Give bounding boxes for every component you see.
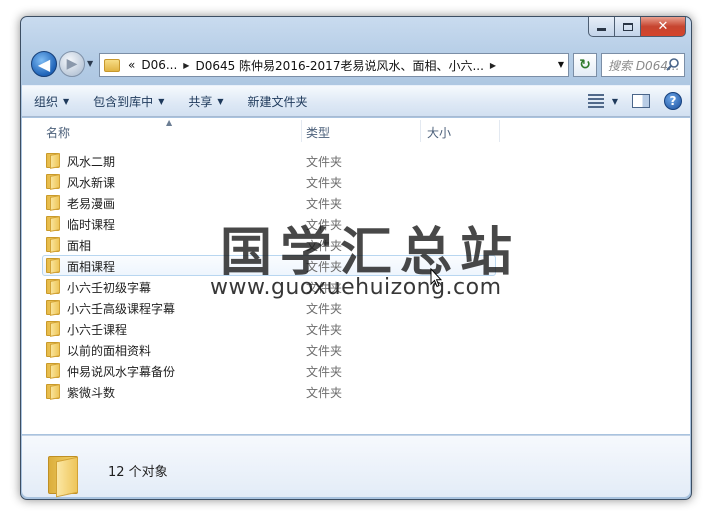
organize-label: 组织	[34, 94, 59, 109]
chevron-down-icon: ▼	[63, 96, 70, 106]
forward-button[interactable]: ▶	[59, 51, 85, 77]
folder-icon	[46, 384, 60, 400]
breadcrumb-separator-icon[interactable]: ▶	[183, 61, 189, 70]
column-divider[interactable]	[499, 120, 500, 142]
search-icon[interactable]	[665, 57, 681, 73]
minimize-icon	[597, 28, 606, 31]
forward-arrow-icon: ▶	[66, 56, 78, 72]
view-controls: ▼ ?	[587, 92, 682, 110]
folder-icon	[46, 174, 60, 190]
file-name: 风水新课	[67, 176, 116, 190]
file-name: 小六壬初级字幕	[67, 281, 152, 295]
breadcrumb-separator-icon[interactable]: ▶	[490, 61, 496, 70]
folder-icon	[46, 300, 60, 316]
help-glyph: ?	[669, 94, 677, 108]
sort-ascending-icon: ▲	[166, 118, 173, 127]
back-button[interactable]: ◀	[31, 51, 57, 77]
minimize-button[interactable]	[588, 17, 615, 37]
command-bar: 组织 ▼ 包含到库中 ▼ 共享 ▼ 新建文件夹 ▼ ?	[22, 85, 690, 117]
file-name: 以前的面相资料	[67, 344, 152, 358]
new-folder-button[interactable]: 新建文件夹	[236, 86, 320, 116]
file-type: 文件夹	[306, 365, 343, 379]
maximize-button[interactable]	[615, 17, 641, 37]
file-row[interactable]: 小六壬课程 文件夹	[22, 318, 690, 339]
watermark-title: 国学汇总站	[220, 223, 521, 283]
column-header-name[interactable]: 名称	[46, 124, 70, 141]
folder-icon	[46, 279, 60, 295]
recent-pages-dropdown[interactable]: ▼	[87, 59, 93, 68]
file-row[interactable]: 以前的面相资料 文件夹	[22, 339, 690, 360]
file-name: 老易漫画	[67, 197, 116, 211]
file-row[interactable]: 风水新课 文件夹	[22, 171, 690, 192]
chevron-down-icon: ▼	[87, 59, 94, 68]
preview-pane-icon[interactable]	[632, 94, 650, 108]
refresh-icon: ↻	[579, 57, 591, 73]
column-headers: ▲ 名称 类型 大小	[22, 118, 690, 144]
file-type: 文件夹	[306, 344, 343, 358]
maximize-icon	[622, 22, 633, 31]
item-count: 12 个对象	[108, 465, 168, 480]
file-row[interactable]: 风水二期 文件夹	[22, 150, 690, 171]
include-in-library-label: 包含到库中	[93, 94, 154, 109]
column-divider[interactable]	[420, 120, 421, 142]
chevron-down-icon: ▼	[158, 96, 165, 106]
folder-icon	[46, 216, 60, 232]
view-options-icon	[587, 94, 604, 108]
folder-icon	[46, 195, 60, 211]
share-button[interactable]: 共享 ▼	[176, 86, 235, 116]
back-arrow-icon: ◀	[37, 54, 51, 74]
file-name: 仲易说风水字幕备份	[67, 365, 176, 379]
chevron-down-icon: ▼	[611, 96, 618, 106]
file-name: 面相	[67, 239, 92, 253]
organize-button[interactable]: 组织 ▼	[22, 86, 81, 116]
folder-icon	[104, 58, 120, 72]
view-options-button[interactable]: ▼	[587, 94, 618, 108]
details-pane: 12 个对象	[22, 435, 690, 498]
folder-icon	[46, 321, 60, 337]
file-row[interactable]: 紫微斗数 文件夹	[22, 381, 690, 402]
folder-icon	[46, 258, 60, 274]
address-dropdown-icon[interactable]: ▼	[558, 60, 564, 69]
file-type: 文件夹	[306, 386, 343, 400]
file-name: 临时课程	[67, 218, 116, 232]
file-row[interactable]: 小六壬高级课程字幕 文件夹	[22, 297, 690, 318]
breadcrumb-current[interactable]: D0645 陈仲易2016-2017老易说风水、面相、小六...	[195, 57, 483, 74]
chevron-down-icon: ▼	[217, 96, 224, 106]
search-input[interactable]: 搜索 D064...	[601, 53, 685, 77]
folder-large-icon	[48, 456, 80, 498]
file-name: 风水二期	[67, 155, 116, 169]
file-row[interactable]: 仲易说风水字幕备份 文件夹	[22, 360, 690, 381]
navigation-bar: ◀ ▶ ▼ « D06... ▶ D0645 陈仲易2016-2017老易说风水…	[29, 49, 685, 79]
breadcrumb-overflow[interactable]: «	[128, 58, 135, 72]
file-type: 文件夹	[306, 302, 343, 316]
folder-icon	[46, 153, 60, 169]
file-name: 小六壬课程	[67, 323, 128, 337]
help-icon[interactable]: ?	[664, 92, 682, 110]
file-name: 面相课程	[67, 260, 116, 274]
folder-icon	[46, 363, 60, 379]
share-label: 共享	[188, 94, 213, 109]
folder-icon	[46, 342, 60, 358]
new-folder-label: 新建文件夹	[247, 94, 308, 109]
file-type: 文件夹	[306, 323, 343, 337]
file-type: 文件夹	[306, 155, 343, 169]
breadcrumb-parent[interactable]: D06...	[141, 58, 177, 72]
column-divider[interactable]	[301, 120, 302, 142]
folder-icon	[46, 237, 60, 253]
close-icon: ✕	[657, 19, 669, 34]
close-button[interactable]: ✕	[641, 17, 686, 37]
file-name: 小六壬高级课程字幕	[67, 302, 176, 316]
column-header-type[interactable]: 类型	[306, 124, 330, 141]
window-controls: ✕	[588, 17, 686, 37]
watermark-url: www.guoxuehuizong.com	[210, 275, 502, 300]
include-in-library-button[interactable]: 包含到库中 ▼	[81, 86, 176, 116]
file-type: 文件夹	[306, 176, 343, 190]
mouse-cursor-icon	[430, 268, 442, 288]
file-name: 紫微斗数	[67, 386, 116, 400]
address-bar[interactable]: « D06... ▶ D0645 陈仲易2016-2017老易说风水、面相、小六…	[99, 53, 569, 77]
column-header-size[interactable]: 大小	[427, 124, 451, 141]
refresh-button[interactable]: ↻	[573, 53, 597, 77]
